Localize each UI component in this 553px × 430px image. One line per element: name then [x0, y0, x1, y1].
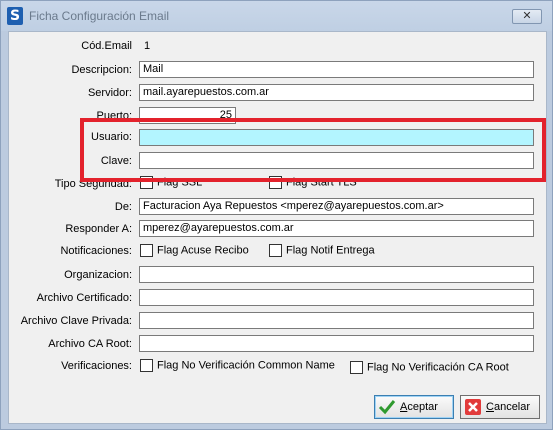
flag-notif-entrega-label: Flag Notif Entrega [286, 244, 375, 257]
checkbox-box[interactable] [140, 359, 153, 372]
cancelar-button[interactable]: Cancelar [460, 395, 540, 419]
close-button[interactable]: ✕ [512, 9, 542, 24]
title-bar: S Ficha Configuración Email ✕ [1, 1, 552, 31]
aceptar-label: Aceptar [400, 401, 438, 413]
label-responder-a: Responder A: [65, 223, 132, 235]
checkbox-box[interactable] [140, 244, 153, 257]
label-cod-email: Cód.Email [81, 40, 132, 52]
archivo-clave-privada-input[interactable] [139, 312, 534, 329]
organizacion-input[interactable] [139, 266, 534, 283]
aceptar-button[interactable]: Aceptar [374, 395, 454, 419]
flag-no-verif-cn-checkbox[interactable]: Flag No Verificación Common Name [140, 359, 335, 373]
label-descripcion: Descripcion: [71, 64, 132, 76]
flag-no-verif-cn-label: Flag No Verificación Common Name [157, 359, 335, 372]
flag-no-verif-ca-checkbox[interactable]: Flag No Verificación CA Root [350, 361, 509, 375]
servidor-input[interactable]: mail.ayarepuestos.com.ar [139, 84, 534, 101]
de-input[interactable]: Facturacion Aya Repuestos <mperez@ayarep… [139, 198, 534, 215]
checkmark-icon [378, 398, 396, 416]
cross-icon [464, 398, 482, 416]
label-de: De: [114, 201, 132, 213]
flag-no-verif-ca-label: Flag No Verificación CA Root [367, 361, 509, 374]
label-archivo-clave-privada: Archivo Clave Privada: [20, 315, 132, 327]
flag-acuse-recibo-checkbox[interactable]: Flag Acuse Recibo [140, 244, 249, 258]
archivo-certificado-input[interactable] [139, 289, 534, 306]
flag-notif-entrega-checkbox[interactable]: Flag Notif Entrega [269, 244, 375, 258]
label-notificaciones: Notificaciones: [60, 245, 132, 257]
label-servidor: Servidor: [87, 87, 132, 99]
checkbox-box[interactable] [269, 244, 282, 257]
label-verificaciones: Verificaciones: [61, 360, 132, 372]
label-organizacion: Organizacion: [64, 269, 132, 281]
responder-a-input[interactable]: mperez@ayarepuestos.com.ar [139, 220, 534, 237]
highlight-rectangle [80, 118, 546, 182]
archivo-ca-root-input[interactable] [139, 335, 534, 352]
label-archivo-certificado: Archivo Certificado: [36, 292, 132, 304]
label-archivo-ca-root: Archivo CA Root: [48, 338, 132, 350]
cancelar-label: Cancelar [486, 401, 531, 413]
app-logo-icon: S [7, 7, 23, 25]
window-title: Ficha Configuración Email [29, 9, 170, 23]
cod-email-value: 1 [144, 40, 151, 52]
flag-acuse-recibo-label: Flag Acuse Recibo [157, 244, 249, 257]
descripcion-input[interactable]: Mail [139, 61, 534, 78]
checkbox-box[interactable] [350, 361, 363, 374]
